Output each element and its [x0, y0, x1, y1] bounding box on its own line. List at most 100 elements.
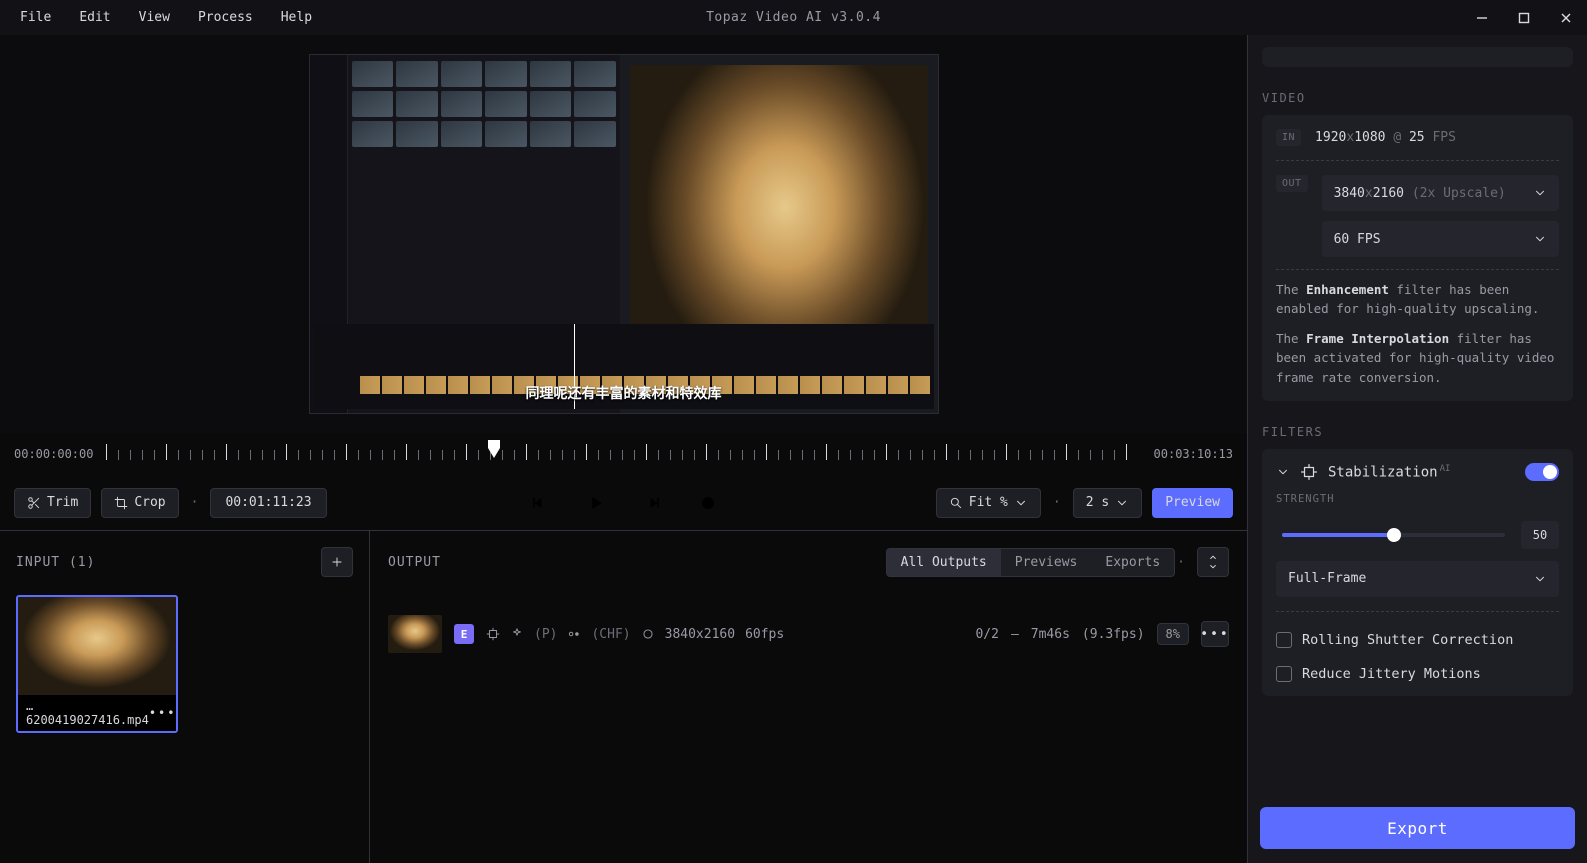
- output-fps-select[interactable]: 60 FPS: [1322, 221, 1559, 257]
- target-icon: [699, 494, 717, 512]
- stabilization-header[interactable]: StabilizationAI: [1276, 463, 1559, 481]
- zoom-fit-select[interactable]: Fit %: [936, 488, 1041, 518]
- preview-duration-select[interactable]: 2 s: [1073, 488, 1142, 518]
- output-job-fps: 60fps: [745, 627, 784, 642]
- current-timecode[interactable]: 00:01:11:23: [210, 488, 326, 518]
- add-input-button[interactable]: [321, 547, 353, 577]
- chevron-down-icon: [1533, 572, 1547, 586]
- strength-label: STRENGTH: [1276, 493, 1559, 505]
- tab-all-outputs[interactable]: All Outputs: [887, 549, 1001, 576]
- reduce-jitter-label: Reduce Jittery Motions: [1302, 666, 1481, 682]
- menu-help[interactable]: Help: [269, 6, 324, 29]
- output-job-codec: (CHF): [591, 627, 630, 642]
- out-width: 3840: [1334, 186, 1365, 201]
- interpolation-icon: [567, 627, 581, 641]
- play-button[interactable]: [580, 488, 612, 518]
- strength-slider[interactable]: [1282, 533, 1505, 537]
- separator-dot: ·: [1051, 495, 1063, 510]
- window-minimize[interactable]: [1461, 0, 1503, 35]
- settings-small-icon: [641, 627, 655, 641]
- transport-right: Fit % · 2 s Preview: [936, 488, 1233, 518]
- output-resolution-select[interactable]: 3840x2160 (2x Upscale): [1322, 175, 1559, 211]
- tab-exports[interactable]: Exports: [1091, 549, 1174, 576]
- out-x: x: [1365, 186, 1373, 201]
- input-spec-row: IN 1920x1080 @ 25 FPS: [1276, 129, 1559, 146]
- stabilization-mode-select[interactable]: Full-Frame: [1276, 561, 1559, 597]
- video-settings-card: IN 1920x1080 @ 25 FPS OUT 3840x2160: [1262, 115, 1573, 401]
- rolling-shutter-row[interactable]: Rolling Shutter Correction: [1276, 632, 1559, 648]
- zoom-icon: [949, 496, 963, 510]
- in-width: 1920: [1315, 130, 1346, 145]
- output-job-thumbnail: [388, 615, 442, 653]
- input-panel: INPUT (1) …6200419027416.mp4 •••: [0, 531, 370, 863]
- zoom-fit-label: Fit %: [969, 495, 1008, 510]
- input-clip-more-icon[interactable]: •••: [149, 706, 177, 720]
- stabilization-toggle[interactable]: [1525, 463, 1559, 481]
- sort-icon: [1206, 555, 1220, 569]
- timeline-ruler[interactable]: [106, 442, 1133, 466]
- separator-dot: ·: [189, 495, 201, 510]
- side-blank-top: [1248, 35, 1587, 79]
- out-height: 2160: [1373, 186, 1404, 201]
- output-job-row[interactable]: E (P) (CHF) 3840x2160 60fps 0/2 —: [388, 615, 1229, 653]
- in-fps-unit: FPS: [1432, 130, 1455, 145]
- video-frame: 同理呢还有丰富的素材和特效库: [309, 54, 939, 414]
- window-controls: [1461, 0, 1587, 35]
- strength-value[interactable]: 50: [1521, 521, 1559, 549]
- strength-row: STRENGTH 50: [1276, 493, 1559, 549]
- stabilization-name: Stabilization: [1328, 464, 1438, 480]
- reduce-jitter-checkbox[interactable]: [1276, 666, 1292, 682]
- video-section: VIDEO IN 1920x1080 @ 25 FPS OUT: [1248, 79, 1587, 413]
- output-job-percent: 8%: [1157, 623, 1189, 645]
- preview-duration-label: 2 s: [1086, 495, 1109, 510]
- menu-file[interactable]: File: [8, 6, 63, 29]
- ellipsis-icon: •••: [1200, 627, 1229, 642]
- in-at: @: [1393, 130, 1401, 145]
- tab-previews[interactable]: Previews: [1001, 549, 1092, 576]
- window-maximize[interactable]: [1503, 0, 1545, 35]
- transport-controls: [524, 488, 724, 518]
- reduce-jitter-row[interactable]: Reduce Jittery Motions: [1276, 666, 1559, 682]
- trim-button[interactable]: Trim: [14, 488, 91, 518]
- playhead-icon[interactable]: [486, 438, 502, 460]
- out-upscale-note: (2x Upscale): [1412, 186, 1506, 201]
- sort-button[interactable]: [1197, 547, 1229, 577]
- in-height: 1080: [1354, 130, 1385, 145]
- preview-button[interactable]: Preview: [1152, 488, 1233, 518]
- scissors-icon: [27, 496, 41, 510]
- enhance-sparkle-icon: [510, 627, 524, 641]
- output-job-more-button[interactable]: •••: [1201, 621, 1229, 647]
- menu-edit[interactable]: Edit: [67, 6, 122, 29]
- caption-overlay: 同理呢还有丰富的素材和特效库: [526, 383, 722, 403]
- rolling-shutter-checkbox[interactable]: [1276, 632, 1292, 648]
- output-job-rate: (9.3fps): [1082, 627, 1145, 642]
- window-close[interactable]: [1545, 0, 1587, 35]
- timeline-end-tc: 00:03:10:13: [1143, 447, 1233, 461]
- export-bar: Export: [1248, 797, 1587, 863]
- stabilize-icon: [486, 627, 500, 641]
- input-panel-title: INPUT (1): [16, 555, 95, 570]
- preview-stage[interactable]: 同理呢还有丰富的素材和特效库: [0, 35, 1247, 433]
- crop-button[interactable]: Crop: [101, 488, 178, 518]
- export-button[interactable]: Export: [1260, 807, 1575, 849]
- menu-view[interactable]: View: [127, 6, 182, 29]
- stabilization-card: StabilizationAI STRENGTH 50 Fu: [1262, 449, 1573, 696]
- output-panel-title: OUTPUT: [388, 555, 441, 570]
- menu-process[interactable]: Process: [186, 6, 265, 29]
- filters-section: FILTERS StabilizationAI STRENGTH: [1248, 413, 1587, 708]
- prev-frame-button[interactable]: [524, 488, 556, 518]
- app-title: Topaz Video AI v3.0.4: [706, 10, 881, 25]
- transport-bar: Trim Crop · 00:01:11:23: [0, 475, 1247, 531]
- output-tabs: All Outputs Previews Exports: [886, 548, 1176, 577]
- out-fps-value: 60 FPS: [1334, 232, 1381, 247]
- stabilization-icon: [1300, 463, 1318, 481]
- chevron-down-icon: [1533, 232, 1547, 246]
- recenter-button[interactable]: [692, 488, 724, 518]
- input-clip-card[interactable]: …6200419027416.mp4 •••: [16, 595, 178, 733]
- plus-icon: [330, 555, 344, 569]
- rolling-shutter-label: Rolling Shutter Correction: [1302, 632, 1513, 648]
- next-frame-button[interactable]: [636, 488, 668, 518]
- output-job-eta: 7m46s: [1031, 627, 1070, 642]
- stabilization-mode-value: Full-Frame: [1288, 571, 1366, 586]
- step-back-icon: [531, 494, 549, 512]
